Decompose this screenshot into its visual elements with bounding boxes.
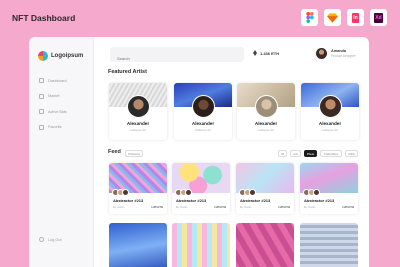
favorite-icon [39, 124, 44, 130]
nft-title: Abstractor #213 [113, 198, 144, 203]
artist-avatar [127, 95, 150, 118]
avatar [122, 189, 129, 196]
filter-utility[interactable]: Utility [345, 150, 358, 157]
nft-card[interactable] [172, 223, 230, 267]
logout-label: Log Out [48, 237, 62, 242]
sidebar-item-active-bids[interactable]: Active Bids [39, 104, 67, 119]
filter-collectibles[interactable]: Collectibles [320, 150, 342, 157]
market-icon [39, 93, 44, 99]
nft-owner: By Justin [240, 205, 252, 209]
sidebar-item-dashboard[interactable]: Dashboard [39, 73, 67, 88]
owner-avatars [239, 189, 256, 196]
sidebar-item-label: Dashboard [48, 78, 67, 83]
nft-card[interactable]: Abstractor #213 By Justin 1.85 ETH [236, 163, 294, 214]
artist-avatar [192, 95, 215, 118]
sidebar-item-market[interactable]: Market [39, 89, 67, 104]
nft-owner: By Justin [176, 205, 188, 209]
nft-price: 1.85 ETH [278, 205, 290, 209]
nft-card[interactable] [300, 223, 358, 267]
dashboard-window: Logoipsum Dashboard Market Active Bids F… [29, 37, 369, 267]
figma-icon [301, 9, 318, 26]
owner-avatars [112, 189, 129, 196]
nft-price: 1.85 ETH [342, 205, 354, 209]
nft-owner: By Justin [304, 205, 316, 209]
nft-card[interactable] [109, 223, 167, 267]
artist-name: Alexander [126, 121, 150, 126]
wallet-balance[interactable]: 1.436 ETH [253, 50, 279, 56]
artist-avatar [319, 95, 342, 118]
indesign-icon: In [347, 9, 364, 26]
search-bar[interactable] [110, 47, 244, 66]
sidebar-item-favorite[interactable]: Favorite [39, 120, 67, 135]
logo-text: Logoipsum [51, 53, 84, 59]
artist-name: Alexander [191, 121, 215, 126]
logout-icon [39, 237, 44, 242]
artist-subtitle: Collector Art [129, 128, 147, 132]
promo-title: NFT Dashboard [12, 13, 76, 23]
artist-card[interactable]: Alexander Collector Art [174, 83, 232, 140]
wallet-balance-value: 1.436 ETH [260, 50, 280, 56]
featured-artist-title: Featured Artist [108, 69, 147, 75]
tool-icons: In Xd [301, 9, 387, 26]
artist-subtitle: Collector Art [257, 128, 275, 132]
nft-price: 1.85 ETH [151, 205, 163, 209]
avatar [313, 189, 320, 196]
artist-card[interactable]: Alexander Collector Art [237, 83, 295, 140]
avatar [316, 48, 327, 59]
sidebar: Logoipsum Dashboard Market Active Bids F… [29, 37, 94, 267]
dashboard-icon [39, 78, 44, 83]
artist-name: Alexander [318, 121, 342, 126]
avatar [185, 189, 192, 196]
logo[interactable]: Logoipsum [38, 51, 83, 61]
nft-price: 1.85 ETH [214, 205, 226, 209]
artist-name: Alexander [254, 121, 278, 126]
artist-subtitle: Collector Art [194, 128, 212, 132]
avatar [249, 189, 256, 196]
user-profile[interactable]: Amanda Product Designer [316, 48, 356, 59]
following-chip[interactable]: Following [125, 150, 143, 157]
filter-all[interactable]: All [278, 150, 287, 157]
nft-card[interactable]: Abstractor #213 By Justin 1.85 ETH [109, 163, 167, 214]
owner-avatars [175, 189, 192, 196]
feed-title: Feed [108, 149, 121, 155]
user-name: Amanda [331, 49, 346, 53]
sketch-icon [324, 9, 341, 26]
artist-avatar [255, 95, 278, 118]
ethereum-icon [253, 50, 257, 56]
logout-button[interactable]: Log Out [39, 237, 62, 242]
artist-card[interactable]: Alexander Collector Art [301, 83, 359, 140]
nft-card[interactable]: Abstractor #213 By Justin 1.85 ETH [172, 163, 230, 214]
nft-card[interactable] [236, 223, 294, 267]
artist-subtitle: Collector Art [321, 128, 339, 132]
sidebar-nav: Dashboard Market Active Bids Favorite [39, 73, 67, 135]
nft-title: Abstractor #213 [240, 198, 271, 203]
nft-card[interactable]: Abstractor #213 By Justin 1.85 ETH [300, 163, 358, 214]
owner-avatars [303, 189, 320, 196]
search-input[interactable] [110, 51, 244, 66]
nft-title: Abstractor #213 [304, 198, 335, 203]
sidebar-item-label: Active Bids [48, 109, 67, 114]
filter-photo[interactable]: Photo [304, 150, 317, 157]
xd-icon: Xd [370, 9, 387, 26]
bids-icon [39, 109, 44, 114]
filter-arts[interactable]: Arts [290, 150, 301, 157]
sidebar-item-label: Favorite [48, 125, 62, 129]
sidebar-item-label: Market [48, 94, 60, 98]
nft-title: Abstractor #213 [176, 198, 207, 203]
nft-owner: By Justin [113, 205, 125, 209]
user-role: Product Designer [331, 54, 356, 58]
logo-icon [38, 51, 48, 61]
artist-card[interactable]: Alexander Collector Art [109, 83, 167, 140]
